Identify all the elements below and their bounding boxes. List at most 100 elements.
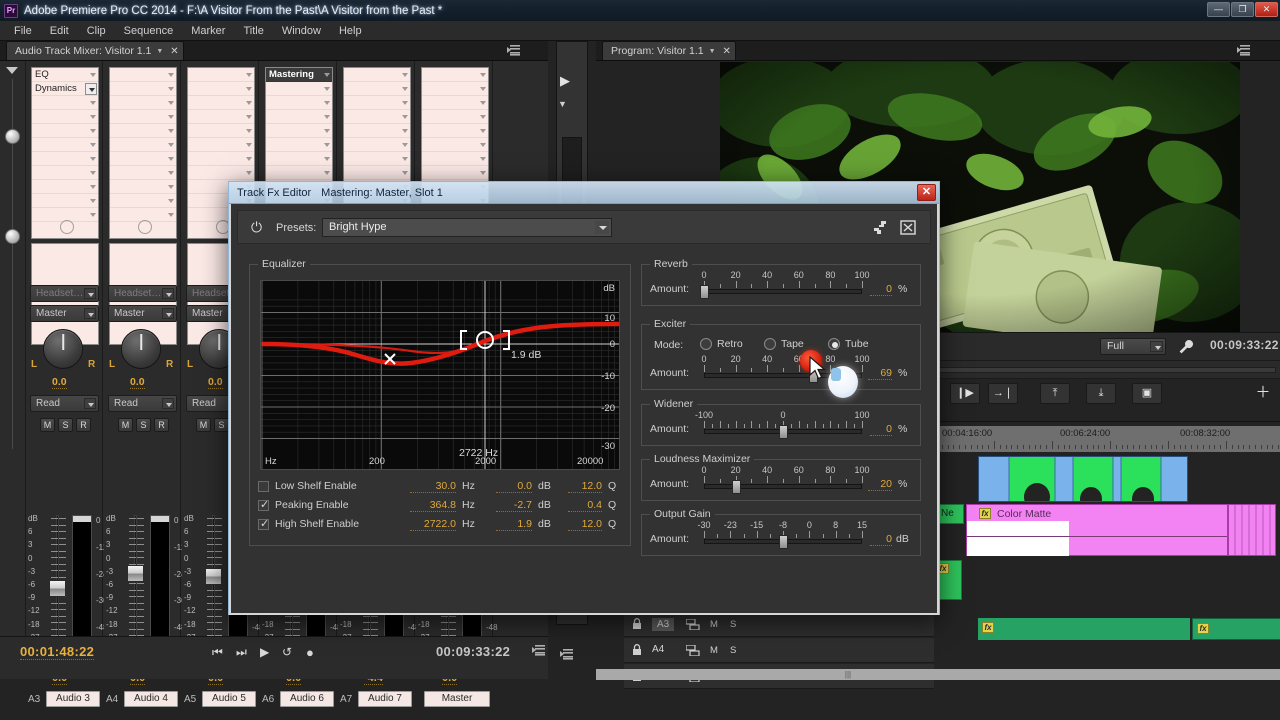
fx-slot-empty[interactable]: [32, 152, 98, 166]
fx-slot-empty[interactable]: [188, 138, 254, 152]
fx-slot-dynamics[interactable]: Dynamics: [32, 82, 98, 96]
fx-slot-empty[interactable]: [422, 152, 488, 166]
close-button[interactable]: ✕: [1255, 2, 1278, 17]
menu-item-file[interactable]: File: [6, 23, 40, 39]
pan-knob[interactable]: [43, 329, 83, 369]
chevron-down-icon[interactable]: [1150, 341, 1163, 352]
eq-band-gain[interactable]: -2.7: [496, 499, 532, 512]
mute-button[interactable]: M: [40, 418, 55, 432]
rail-collapse-icon[interactable]: [6, 67, 18, 74]
fx-slot-empty[interactable]: [110, 138, 176, 152]
reverb-amount-slider[interactable]: 0 20 40 60 80 100: [700, 270, 870, 299]
record-arm-button[interactable]: R: [154, 418, 169, 432]
chevron-down-icon[interactable]: ▼: [709, 48, 716, 55]
fx-slot-empty[interactable]: [188, 124, 254, 138]
solo-button[interactable]: S: [214, 418, 229, 432]
tab-program-monitor[interactable]: Program: Visitor 1.1 ▼ ✕: [602, 41, 736, 60]
fx-slot-empty[interactable]: [110, 166, 176, 180]
playback-quality-dropdown[interactable]: Full: [1100, 338, 1166, 355]
fx-slot-mastering[interactable]: Mastering: [266, 68, 332, 82]
track-solo-button[interactable]: S: [730, 645, 736, 656]
fx-slot-empty[interactable]: [32, 166, 98, 180]
track-mute-button[interactable]: M: [710, 619, 718, 630]
fx-slot-empty[interactable]: [110, 68, 176, 82]
clip-indicator[interactable]: [73, 516, 91, 523]
exciter-mode-label-retro[interactable]: Retro: [717, 338, 743, 350]
exciter-value[interactable]: 69: [868, 367, 892, 380]
fx-slot-empty[interactable]: [266, 152, 332, 166]
fx-slot-empty[interactable]: [32, 96, 98, 110]
fx-slot-empty[interactable]: [344, 96, 410, 110]
fx-slot-empty[interactable]: [188, 96, 254, 110]
slider-track[interactable]: [704, 289, 862, 294]
mixer-current-timecode[interactable]: 00:01:48:22: [20, 644, 95, 660]
pan-value[interactable]: 0.0: [52, 376, 67, 389]
timeline-clip-nested[interactable]: Ne: [936, 504, 964, 524]
sync-lock-icon[interactable]: [686, 619, 700, 630]
lift-button[interactable]: ⤒: [1040, 383, 1070, 404]
go-to-in-button[interactable]: ⏮: [212, 645, 223, 660]
effect-bypass-icon[interactable]: [138, 220, 152, 234]
mute-button[interactable]: M: [196, 418, 211, 432]
audio-clip-a3-1[interactable]: fx: [978, 618, 1190, 640]
mute-button[interactable]: M: [118, 418, 133, 432]
dialog-close-button[interactable]: ✕: [917, 184, 936, 201]
eq-band-q[interactable]: 12.0: [568, 518, 602, 531]
fx-slot-empty[interactable]: [266, 138, 332, 152]
fx-slot-empty[interactable]: [422, 68, 488, 82]
video-clip-blue[interactable]: [978, 456, 1188, 511]
menu-item-help[interactable]: Help: [331, 23, 370, 39]
slider-thumb[interactable]: [700, 285, 709, 299]
program-timecode[interactable]: 00:09:33:22: [1210, 338, 1279, 352]
fx-slot-empty[interactable]: [266, 96, 332, 110]
timeline-horizontal-scrollbar[interactable]: |||: [596, 669, 1280, 680]
output-routing-dropdown[interactable]: Master: [30, 305, 99, 322]
fx-slot-empty[interactable]: [110, 194, 176, 208]
fx-slot-empty[interactable]: [422, 166, 488, 180]
panel-menu-icon[interactable]: [1237, 45, 1250, 56]
menu-item-sequence[interactable]: Sequence: [116, 23, 182, 39]
power-toggle-icon[interactable]: ⏻: [248, 219, 265, 236]
scrollbar-grip[interactable]: |||: [840, 671, 856, 679]
play-button[interactable]: ▶: [260, 645, 269, 659]
panel-menu-icon[interactable]: [507, 45, 520, 56]
button-editor-plus[interactable]: ＋: [1248, 383, 1278, 404]
mixer-options-icon[interactable]: [532, 645, 545, 656]
pan-value[interactable]: 0.0: [130, 376, 145, 389]
close-icon[interactable]: ✕: [170, 46, 178, 57]
input-source-dropdown[interactable]: Headset…: [108, 285, 177, 302]
fx-slot-empty[interactable]: [110, 82, 176, 96]
fx-slot-empty[interactable]: [188, 152, 254, 166]
fx-slot-empty[interactable]: [344, 110, 410, 124]
loudness-amount-slider[interactable]: 0 20 40 60 80 100: [701, 465, 870, 494]
track-name-label[interactable]: Audio 3: [46, 691, 100, 707]
timeline-clip-pink-tail[interactable]: [1228, 504, 1276, 556]
fx-slot-empty[interactable]: [32, 124, 98, 138]
track-header-a3[interactable]: A3 M S: [624, 612, 934, 637]
fx-slot-empty[interactable]: [266, 166, 332, 180]
fx-slot-empty[interactable]: [266, 82, 332, 96]
fx-slot-empty[interactable]: [188, 110, 254, 124]
fx-slot-empty[interactable]: [266, 110, 332, 124]
fx-slot-empty[interactable]: [110, 180, 176, 194]
routing-icon[interactable]: [872, 220, 890, 236]
widener-amount-slider[interactable]: -100 0 100: [695, 410, 870, 439]
play-icon[interactable]: ▶: [560, 73, 570, 89]
eq-band-frequency[interactable]: 30.0: [410, 480, 456, 493]
effect-bypass-icon[interactable]: [60, 220, 74, 234]
exciter-mode-radio-retro[interactable]: [700, 338, 712, 350]
maximize-button[interactable]: ❐: [1231, 2, 1254, 17]
volume-fader-handle[interactable]: [205, 567, 222, 585]
menu-item-clip[interactable]: Clip: [79, 23, 114, 39]
track-header-a4[interactable]: A4 M S: [624, 638, 934, 663]
chevron-down-icon[interactable]: ▼: [156, 48, 163, 55]
fx-slot-empty[interactable]: [110, 152, 176, 166]
slider-thumb[interactable]: [779, 535, 788, 549]
exciter-mode-radio-tube[interactable]: [828, 338, 840, 350]
fx-slot-empty[interactable]: [422, 82, 488, 96]
exciter-mode-label-tube[interactable]: Tube: [845, 338, 869, 350]
minimize-button[interactable]: —: [1207, 2, 1230, 17]
tab-audio-track-mixer[interactable]: Audio Track Mixer: Visitor 1.1 ▼ ✕: [6, 41, 184, 60]
automation-mode-dropdown[interactable]: Read: [30, 395, 99, 412]
volume-fader-handle[interactable]: [49, 580, 66, 597]
